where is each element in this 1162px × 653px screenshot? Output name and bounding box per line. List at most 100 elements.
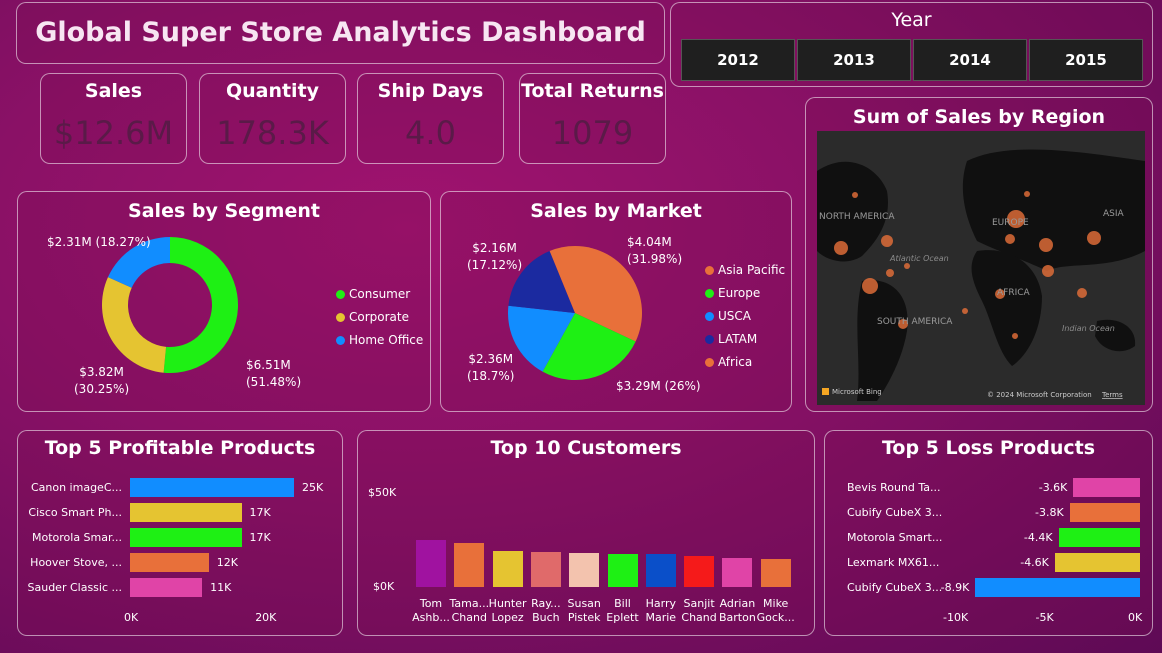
customer-bar[interactable] xyxy=(645,553,676,587)
legend-dot-africa xyxy=(705,357,714,367)
segment-chart-title: Sales by Segment xyxy=(128,200,320,222)
map-label-indian-ocean: Indian Ocean xyxy=(1062,324,1115,333)
map-terms-link: Terms xyxy=(1101,391,1123,399)
map-bubble xyxy=(1012,333,1018,339)
customer-bar[interactable] xyxy=(607,553,638,587)
customer-bar[interactable] xyxy=(492,550,523,587)
loss-bar[interactable] xyxy=(1058,528,1140,547)
legend-item-corporate[interactable]: Corporate xyxy=(336,310,409,324)
customer-bar[interactable] xyxy=(416,539,446,587)
loss-xtick: 0K xyxy=(1128,611,1143,624)
map-label-atlantic: Atlantic Ocean xyxy=(889,254,949,263)
kpi-sales-label: Sales xyxy=(84,80,143,102)
customer-bar[interactable] xyxy=(454,543,485,587)
profitable-bar[interactable] xyxy=(130,478,294,497)
legend-item-asia-pacific[interactable]: Asia Pacific xyxy=(705,263,785,277)
profitable-value-label: 11K xyxy=(210,581,232,594)
profitable-bar[interactable] xyxy=(130,553,209,572)
loss-value-label: -3.6K xyxy=(1038,481,1068,494)
map-bubble xyxy=(1077,288,1087,298)
market-label-usca-pct: (18.7%) xyxy=(467,369,515,383)
segment-label-home-office: $2.31M (18.27%) xyxy=(47,234,151,251)
market-label-latam: $2.16M (17.12%) xyxy=(467,240,522,274)
map-bubble xyxy=(1042,265,1054,277)
segment-slice-corporate[interactable] xyxy=(102,277,167,373)
loss-category-label: Cubify CubeX 3... xyxy=(847,506,943,519)
legend-item-europe[interactable]: Europe xyxy=(705,286,760,300)
profitable-bar[interactable] xyxy=(130,578,203,597)
year-2014-button[interactable]: 2014 xyxy=(913,39,1027,81)
loss-bar[interactable] xyxy=(1069,503,1140,522)
year-2015-button[interactable]: 2015 xyxy=(1029,39,1143,81)
legend-item-usca[interactable]: USCA xyxy=(705,309,751,323)
market-label-europe: $3.29M (26%) xyxy=(616,378,701,395)
loss-bar-chart: Bevis Round Ta... -3.6K Cubify CubeX 3... -… xyxy=(825,431,1154,637)
map-label-north-america: NORTH AMERICA xyxy=(819,212,895,222)
segment-label-home-office-pct: (18.27%) xyxy=(95,235,151,249)
segment-label-consumer: $6.51M (51.48%) xyxy=(246,357,301,391)
loss-bar[interactable] xyxy=(975,578,1140,597)
loss-bar[interactable] xyxy=(1054,553,1140,572)
segment-label-corporate: $3.82M (30.25%) xyxy=(74,364,129,398)
customer-name-line: Gock... xyxy=(756,611,795,624)
map-bubble xyxy=(1039,238,1053,252)
map-bubble xyxy=(881,235,893,247)
profitable-category-label: Hoover Stove, ... xyxy=(30,556,122,569)
kpi-ship-days-label: Ship Days xyxy=(377,80,484,102)
profitable-bar[interactable] xyxy=(130,528,242,547)
legend-item-latam[interactable]: LATAM xyxy=(705,332,757,346)
map-bubble xyxy=(886,269,894,277)
segment-slice-consumer[interactable] xyxy=(163,237,238,373)
kpi-quantity-card: Quantity 178.3K xyxy=(199,73,346,164)
market-label-latam-value: $2.16M xyxy=(472,241,517,255)
customer-bar[interactable] xyxy=(569,552,600,587)
map-bubble xyxy=(962,308,968,314)
year-slicer: Year 2012 2013 2014 2015 xyxy=(670,2,1153,87)
profitable-bar[interactable] xyxy=(130,503,242,522)
legend-dot-corporate xyxy=(336,312,345,322)
sales-region-map[interactable]: NORTH AMERICA EUROPE ASIA Atlantic Ocean… xyxy=(817,131,1145,405)
segment-label-home-office-value: $2.31M xyxy=(47,235,92,249)
customer-bar[interactable] xyxy=(530,551,561,587)
kpi-total-returns-card: Total Returns 1079 xyxy=(519,73,666,164)
market-label-europe-value: $3.29M xyxy=(616,379,661,393)
market-label-asia-pacific: $4.04M (31.98%) xyxy=(627,234,682,268)
year-2012-button[interactable]: 2012 xyxy=(681,39,795,81)
map-title: Sum of Sales by Region xyxy=(852,106,1106,128)
legend-label-home-office: Home Office xyxy=(349,333,424,347)
sales-by-region-map-panel: Sum of Sales by Region NORTH AMERICA EUR… xyxy=(805,97,1153,412)
segment-label-consumer-value: $6.51M xyxy=(246,358,291,372)
legend-item-home-office[interactable]: Home Office xyxy=(336,333,423,347)
loss-category-label: Motorola Smart... xyxy=(847,531,943,544)
loss-bar[interactable] xyxy=(1073,478,1140,497)
map-label-africa: AFRICA xyxy=(997,288,1031,298)
segment-label-consumer-pct: (51.48%) xyxy=(246,375,302,389)
legend-dot-consumer xyxy=(336,289,345,299)
segment-label-corporate-pct: (30.25%) xyxy=(74,382,130,396)
kpi-total-returns-value: 1079 xyxy=(551,114,634,152)
customer-bar[interactable] xyxy=(722,557,753,587)
legend-dot-home-office xyxy=(336,335,345,345)
profitable-category-label: Sauder Classic ... xyxy=(27,581,123,594)
kpi-ship-days-value: 4.0 xyxy=(405,114,456,152)
map-copyright: © 2024 Microsoft Corporation xyxy=(987,391,1092,399)
year-2013-button[interactable]: 2013 xyxy=(797,39,911,81)
kpi-ship-days-card: Ship Days 4.0 xyxy=(357,73,504,164)
sales-by-market-panel: Sales by Market $2.16M (17.12%) $4.04M (… xyxy=(440,191,792,412)
customer-bar[interactable] xyxy=(684,555,715,587)
customer-bar[interactable] xyxy=(760,559,791,587)
profitable-category-label: Cisco Smart Ph... xyxy=(28,506,122,519)
legend-dot-latam xyxy=(705,334,714,344)
segment-label-corporate-value: $3.82M xyxy=(79,365,124,379)
profitable-xtick: 0K xyxy=(124,611,139,624)
loss-value-label: -3.8K xyxy=(1035,506,1064,519)
customer-name-line: Mike xyxy=(763,597,789,610)
profitable-xtick: 20K xyxy=(255,611,277,624)
legend-item-consumer[interactable]: Consumer xyxy=(336,287,410,301)
legend-dot-usca xyxy=(705,311,714,321)
kpi-total-returns-label: Total Returns xyxy=(521,80,664,102)
loss-value-label: -8.9K xyxy=(940,581,970,594)
legend-item-africa[interactable]: Africa xyxy=(705,355,752,369)
title-panel: Global Super Store Analytics Dashboard xyxy=(16,2,665,64)
kpi-sales-card: Sales $12.6M xyxy=(40,73,187,164)
